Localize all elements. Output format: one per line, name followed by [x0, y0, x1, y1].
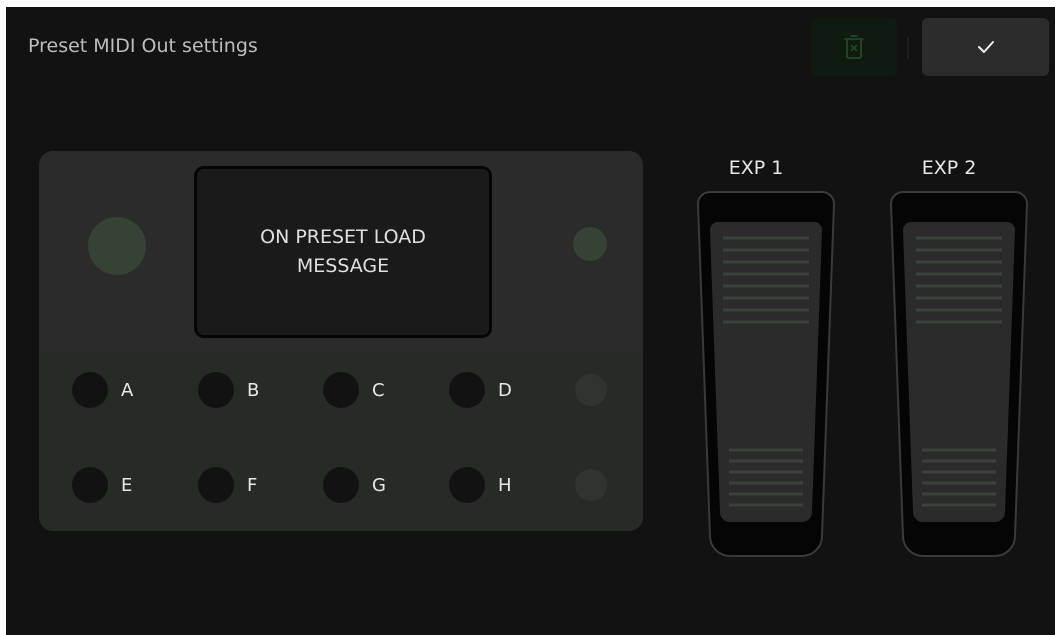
confirm-button[interactable] [922, 18, 1049, 76]
footswitch-e[interactable] [72, 467, 108, 503]
trash-x-icon [844, 35, 864, 59]
footswitch-label: D [498, 380, 512, 401]
controller-panel: ON PRESET LOAD MESSAGE A B C D E F G H [39, 151, 643, 531]
page-title: Preset MIDI Out settings [28, 35, 258, 57]
footswitch-label: F [247, 475, 258, 496]
footswitch-extra-bottom[interactable] [575, 469, 607, 501]
secondary-knob[interactable] [573, 227, 607, 261]
footswitch-f[interactable] [198, 467, 234, 503]
exp1-pedal[interactable] [696, 190, 836, 560]
exp2-pedal[interactable] [889, 190, 1029, 560]
app-window: Preset MIDI Out settings ON PRESET LOAD … [6, 7, 1055, 635]
footswitch-label: C [372, 380, 385, 401]
footswitch-c[interactable] [323, 372, 359, 408]
footswitch-extra-top[interactable] [575, 374, 607, 406]
exp1-label: EXP 1 [728, 157, 784, 179]
preset-load-message-button[interactable]: ON PRESET LOAD MESSAGE [194, 166, 492, 338]
main-knob[interactable] [88, 217, 146, 275]
footswitch-b[interactable] [198, 372, 234, 408]
footswitch-label: G [372, 475, 386, 496]
footswitch-h[interactable] [449, 467, 485, 503]
delete-button[interactable] [811, 18, 897, 76]
footswitch-label: E [121, 475, 133, 496]
footswitch-label: B [247, 380, 260, 401]
exp2-label: EXP 2 [921, 157, 977, 179]
preset-load-message-label: ON PRESET LOAD MESSAGE [260, 226, 426, 277]
footswitch-g[interactable] [323, 467, 359, 503]
footswitch-label: A [121, 380, 134, 401]
footswitch-d[interactable] [449, 372, 485, 408]
checkmark-icon [977, 41, 994, 53]
toolbar-separator [907, 37, 909, 59]
footswitch-label: H [498, 475, 512, 496]
footswitch-a[interactable] [72, 372, 108, 408]
